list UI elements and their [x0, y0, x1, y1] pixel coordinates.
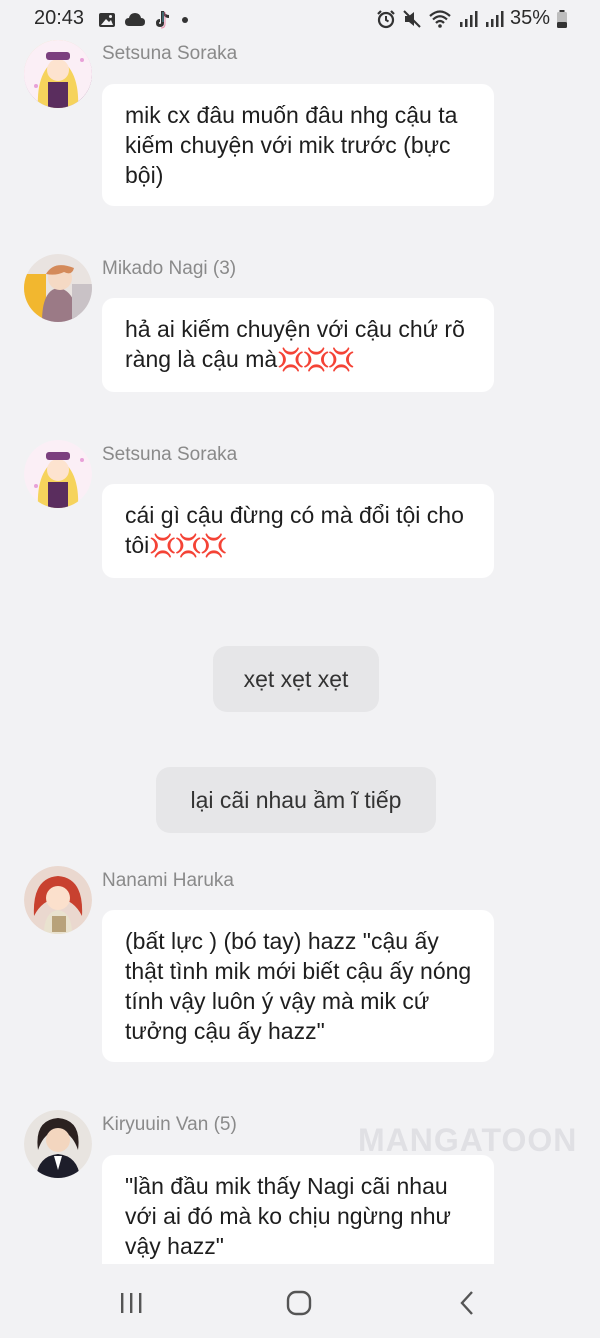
recent-apps-button[interactable] — [114, 1286, 148, 1320]
avatar[interactable] — [24, 440, 92, 508]
message-bubble[interactable]: (bất lực ) (bó tay) hazz "cậu ấy thật tì… — [102, 910, 494, 1062]
battery-icon — [557, 9, 567, 28]
avatar[interactable] — [24, 40, 92, 108]
home-button[interactable] — [282, 1286, 316, 1320]
back-icon — [460, 1291, 473, 1315]
character-portrait — [24, 1110, 92, 1178]
back-button[interactable] — [450, 1286, 484, 1320]
sender-name: Kiryuuin Van (5) — [102, 1114, 237, 1135]
mute-icon — [403, 9, 421, 28]
navigation-bar — [0, 1264, 600, 1338]
anger-emoji: 💢💢💢 — [277, 347, 355, 372]
signal-icon — [459, 10, 478, 27]
sender-name: Mikado Nagi (3) — [102, 258, 237, 279]
status-bar: 20:43 35% — [0, 0, 600, 40]
status-left-icons — [98, 10, 190, 30]
recent-apps-icon — [121, 1293, 142, 1313]
message-bubble[interactable]: hả ai kiếm chuyện với cậu chứ rõ ràng là… — [102, 298, 494, 392]
narration-bubble[interactable]: lại cãi nhau ầm ĩ tiếp — [156, 767, 436, 833]
avatar[interactable] — [24, 866, 92, 934]
character-portrait — [24, 440, 92, 508]
message-bubble[interactable]: mik cx đâu muốn đâu nhg cậu ta kiếm chuy… — [102, 84, 494, 206]
narration-text: lại cãi nhau ầm ĩ tiếp — [190, 787, 402, 813]
cloud-icon — [125, 13, 145, 26]
sender-name: Nanami Haruka — [102, 870, 234, 891]
battery-percent: 35% — [509, 7, 550, 29]
watermark: MANGATOON — [358, 1122, 578, 1158]
signal-icon — [485, 10, 504, 27]
dot-icon — [182, 17, 188, 23]
anger-emoji: 💢💢💢 — [149, 533, 227, 558]
status-time: 20:43 — [34, 7, 85, 29]
avatar[interactable] — [24, 1110, 92, 1178]
wifi-icon — [429, 9, 451, 28]
avatar[interactable] — [24, 254, 92, 322]
narration-bubble[interactable]: xẹt xẹt xẹt — [213, 646, 379, 712]
message-text: (bất lực ) (bó tay) hazz "cậu ấy thật tì… — [125, 928, 472, 1044]
alarm-icon — [377, 9, 395, 28]
message-text: mik cx đâu muốn đâu nhg cậu ta kiếm chuy… — [125, 102, 458, 188]
tiktok-icon — [156, 11, 169, 29]
character-portrait — [24, 254, 92, 322]
character-portrait — [24, 40, 92, 108]
sender-name: Setsuna Soraka — [102, 444, 238, 465]
narration-text: xẹt xẹt xẹt — [243, 666, 349, 692]
message-text: "lần đầu mik thấy Nagi cãi nhau với ai đ… — [125, 1173, 451, 1259]
image-icon — [99, 13, 115, 27]
home-icon — [286, 1290, 312, 1316]
sender-name: Setsuna Soraka — [102, 43, 238, 64]
message-bubble[interactable]: cái gì cậu đừng có mà đổi tội cho tôi💢💢💢 — [102, 484, 494, 578]
character-portrait — [24, 866, 92, 934]
status-right-icons: 35% — [376, 7, 568, 30]
